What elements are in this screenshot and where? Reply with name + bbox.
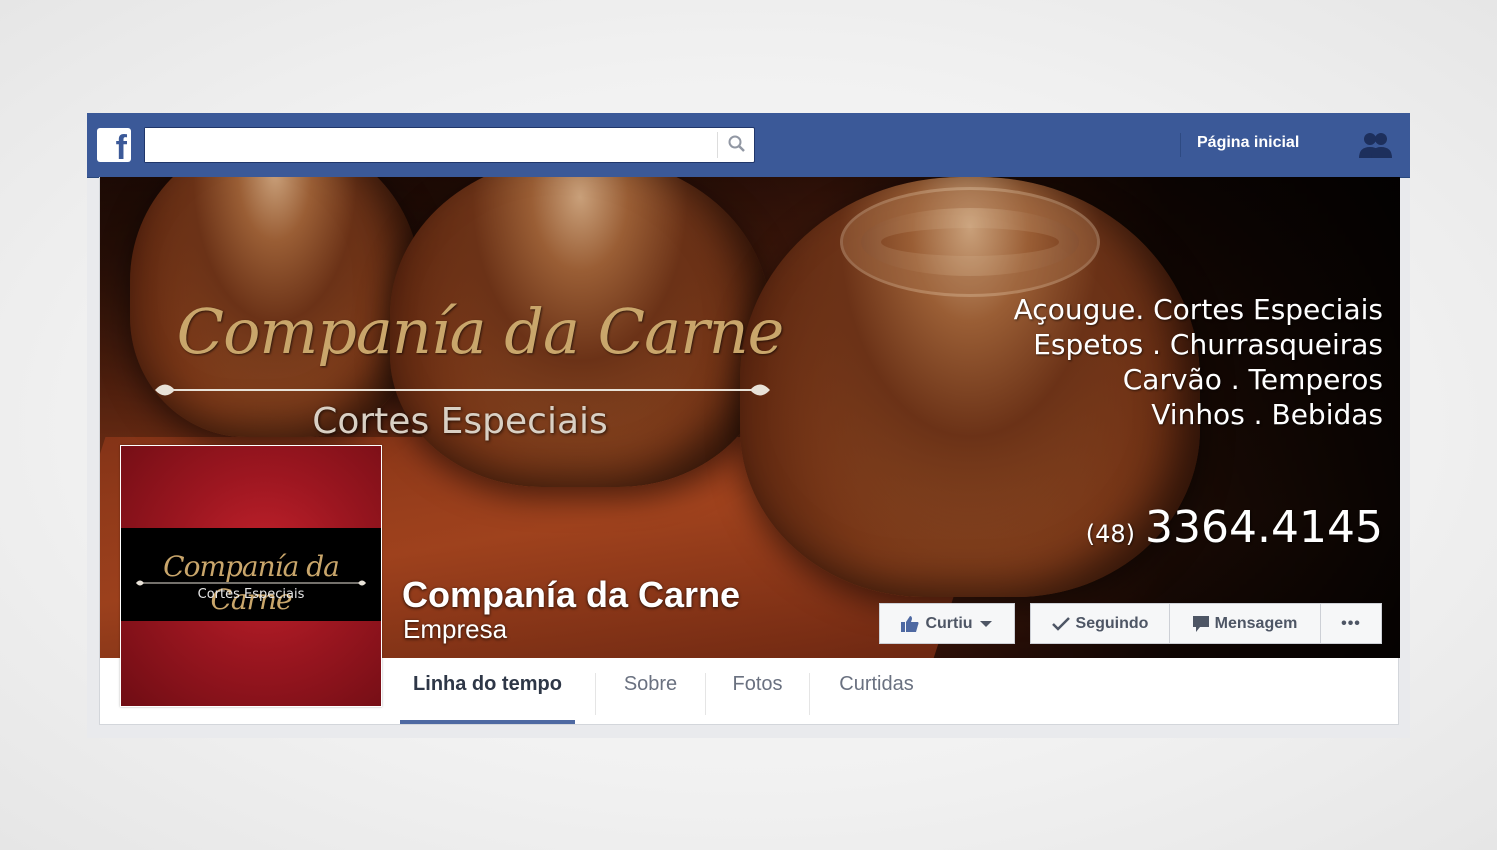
service-line: Açougue. Cortes Especiais — [1013, 293, 1383, 326]
search-box — [144, 127, 755, 163]
profile-picture-image: Companía da Carne Cortes Especiais — [121, 446, 381, 706]
message-icon — [1192, 615, 1209, 632]
profile-picture[interactable]: Companía da Carne Cortes Especiais — [120, 445, 382, 707]
facebook-topbar: f Página inicial — [87, 113, 1410, 178]
follow-label: Seguindo — [1075, 614, 1149, 632]
tab-timeline[interactable]: Linha do tempo — [400, 673, 575, 713]
topbar-divider — [1180, 133, 1181, 157]
page-category[interactable]: Empresa — [403, 614, 507, 645]
service-line: Espetos . Churrasqueiras — [1033, 328, 1383, 361]
page-tabs: Linha do tempo Sobre Fotos Curtidas — [382, 658, 1398, 724]
like-button[interactable]: Curtiu — [879, 603, 1015, 644]
meat-swirl — [840, 187, 1100, 297]
facebook-page-frame: f Página inicial Companía da Carne Corte… — [87, 113, 1410, 738]
page-title[interactable]: Companía da Carne — [402, 574, 740, 616]
phone-area-code: (48) — [1085, 520, 1136, 548]
service-line: Vinhos . Bebidas — [1151, 398, 1383, 431]
services-list: Açougue. Cortes Especiais Espetos . Chur… — [903, 292, 1383, 432]
message-label: Mensagem — [1214, 614, 1298, 632]
ornament-divider — [125, 384, 800, 396]
search-icon — [728, 135, 745, 152]
search-input[interactable] — [145, 128, 718, 162]
facebook-logo-icon[interactable]: f — [97, 128, 131, 162]
thumbs-up-icon — [901, 615, 919, 632]
friends-icon[interactable] — [1357, 130, 1393, 160]
like-label: Curtiu — [925, 614, 973, 632]
follow-button[interactable]: Seguindo — [1030, 603, 1170, 644]
active-tab-indicator — [400, 720, 575, 724]
profile-subtitle: Cortes Especiais — [197, 587, 305, 602]
search-button[interactable] — [717, 132, 754, 158]
tab-about[interactable]: Sobre — [596, 673, 705, 713]
chevron-down-icon — [979, 620, 992, 627]
tab-likes[interactable]: Curtidas — [810, 673, 943, 713]
phone-number: (48) 3364.4145 — [1086, 502, 1383, 553]
home-link[interactable]: Página inicial — [1197, 134, 1299, 152]
brand-subtitle: Cortes Especiais — [312, 401, 608, 442]
brand-script-logo: Companía da Carne — [176, 295, 785, 368]
service-line: Carvão . Temperos — [1122, 363, 1383, 396]
tab-photos[interactable]: Fotos — [706, 673, 809, 713]
page-content: Companía da Carne Cortes Especiais Açoug… — [99, 177, 1400, 725]
more-options-icon: ••• — [1341, 614, 1361, 632]
more-options-button[interactable]: ••• — [1320, 603, 1382, 644]
phone-digits: 3364.4145 — [1145, 502, 1383, 553]
checkmark-icon — [1051, 616, 1070, 631]
message-button[interactable]: Mensagem — [1169, 603, 1321, 644]
